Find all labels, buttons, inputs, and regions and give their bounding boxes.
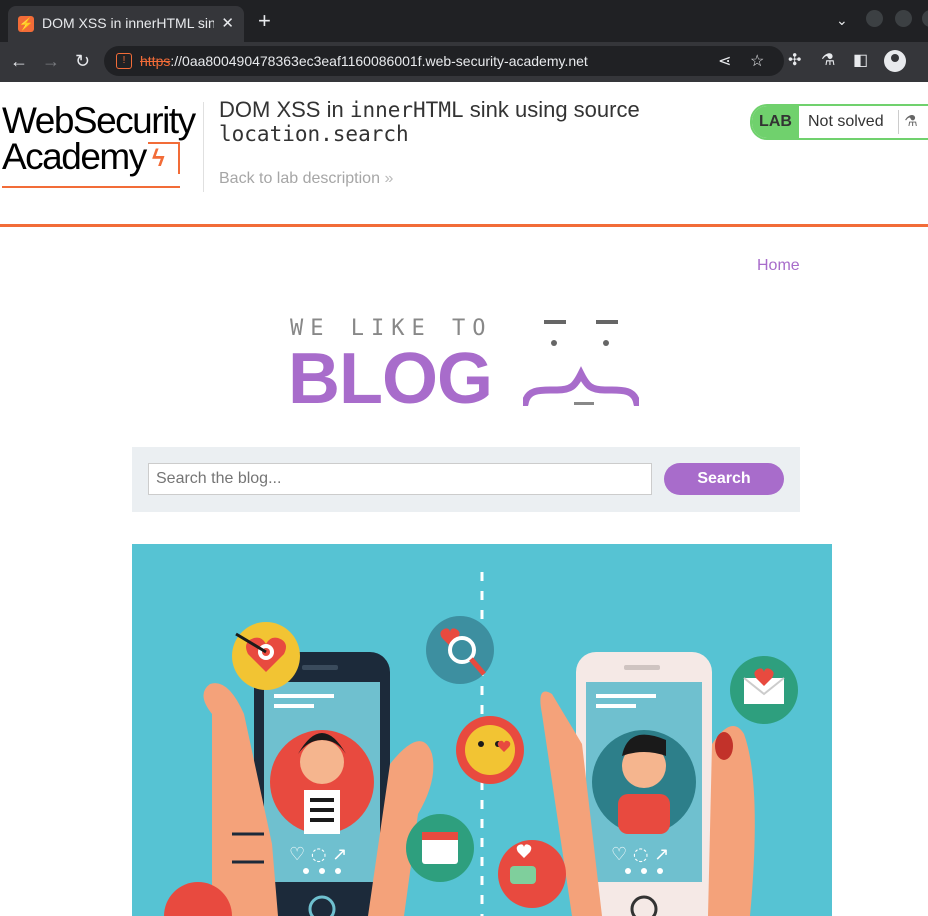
close-window-button[interactable] bbox=[922, 10, 928, 27]
logo-text-line2: Academy bbox=[2, 136, 147, 177]
share-icon[interactable]: ⋖ bbox=[718, 51, 731, 71]
url-scheme: https bbox=[140, 53, 171, 69]
lightning-bolt-icon: ϟ bbox=[148, 142, 180, 174]
header-orange-rule bbox=[0, 224, 928, 227]
lab-title-code-source: location.search bbox=[219, 122, 409, 146]
face-right-eye bbox=[603, 340, 609, 346]
blog-search-input[interactable] bbox=[148, 463, 652, 495]
dating-app-illustration: ♡ ◌ ↗ ♡ ◌ ↗ bbox=[164, 572, 798, 916]
new-tab-button[interactable]: + bbox=[258, 10, 271, 32]
lab-title-prefix: DOM XSS in bbox=[219, 97, 350, 122]
browser-tab[interactable]: ⚡ DOM XSS in innerHTML sink using source… bbox=[8, 6, 244, 42]
double-chevron-right-icon: » bbox=[384, 170, 394, 187]
lab-favicon-icon: ⚡ bbox=[18, 16, 34, 32]
reload-icon[interactable]: ↻ bbox=[75, 50, 90, 72]
lab-title-middle: sink using source bbox=[463, 97, 640, 122]
not-secure-warning-icon[interactable]: ! bbox=[116, 53, 132, 69]
lab-status-text: Not solved bbox=[808, 113, 884, 130]
flask-icon: ⚗ bbox=[898, 110, 923, 134]
curly-brace-mouth-icon bbox=[523, 366, 639, 406]
face-left-brow bbox=[544, 320, 566, 324]
side-panel-icon[interactable]: ◧ bbox=[853, 50, 868, 72]
academy-header: WebSecurity Academy ϟ DOM XSS in innerHT… bbox=[0, 82, 928, 228]
lab-label: LAB bbox=[752, 106, 799, 138]
search-button[interactable]: Search bbox=[664, 463, 784, 495]
lab-title: DOM XSS in innerHTML sink using source lo… bbox=[219, 97, 640, 147]
tab-close-icon[interactable]: ✕ bbox=[221, 14, 234, 32]
bookmark-star-icon[interactable]: ☆ bbox=[750, 51, 764, 71]
blog-wordmark: BLOG bbox=[288, 339, 493, 419]
home-nav-link[interactable]: Home bbox=[757, 257, 800, 275]
back-link-label: Back to lab description bbox=[219, 170, 380, 187]
face-chin-dash bbox=[574, 402, 594, 405]
blog-post-hero-image[interactable]: ♡ ◌ ↗ ♡ ◌ ↗ bbox=[132, 544, 832, 916]
tab-search-chevron-icon[interactable]: ⌄ bbox=[836, 12, 848, 29]
svg-text:♡ ◌ ↗: ♡ ◌ ↗ bbox=[611, 844, 669, 865]
extensions-puzzle-icon[interactable]: ✣ bbox=[788, 50, 801, 72]
minimize-button[interactable] bbox=[866, 10, 883, 27]
header-divider bbox=[203, 102, 204, 192]
blog-search-form: Search bbox=[132, 447, 800, 512]
face-left-eye bbox=[551, 340, 557, 346]
browser-tab-bar: ⚡ DOM XSS in innerHTML sink using source… bbox=[0, 0, 928, 42]
maximize-button[interactable] bbox=[895, 10, 912, 27]
back-arrow-icon[interactable]: ← bbox=[10, 50, 28, 72]
face-right-brow bbox=[596, 320, 618, 324]
url-text[interactable]: https://0aa800490478363ec3eaf1160086001f… bbox=[140, 53, 588, 69]
url-host: ://0aa800490478363ec3eaf1160086001f.web-… bbox=[170, 53, 588, 69]
lab-title-code-sink: innerHTML bbox=[349, 98, 464, 122]
logo-underline bbox=[2, 186, 180, 188]
address-bar[interactable]: ! https://0aa800490478363ec3eaf116008600… bbox=[104, 46, 784, 76]
web-security-academy-logo[interactable]: WebSecurity Academy ϟ bbox=[2, 100, 202, 188]
forward-arrow-icon[interactable]: → bbox=[42, 50, 60, 72]
back-to-lab-description-link[interactable]: Back to lab description » bbox=[219, 170, 393, 188]
lab-status-badge: LAB Not solved ⚗ bbox=[750, 104, 928, 140]
profile-avatar-icon[interactable] bbox=[884, 50, 906, 72]
tab-title: DOM XSS in innerHTML sink using source l… bbox=[42, 15, 214, 31]
svg-text:♡ ◌ ↗: ♡ ◌ ↗ bbox=[289, 844, 347, 865]
labs-flask-icon[interactable]: ⚗ bbox=[821, 50, 835, 72]
blog-logo: WE LIKE TO BLOG bbox=[288, 316, 648, 419]
